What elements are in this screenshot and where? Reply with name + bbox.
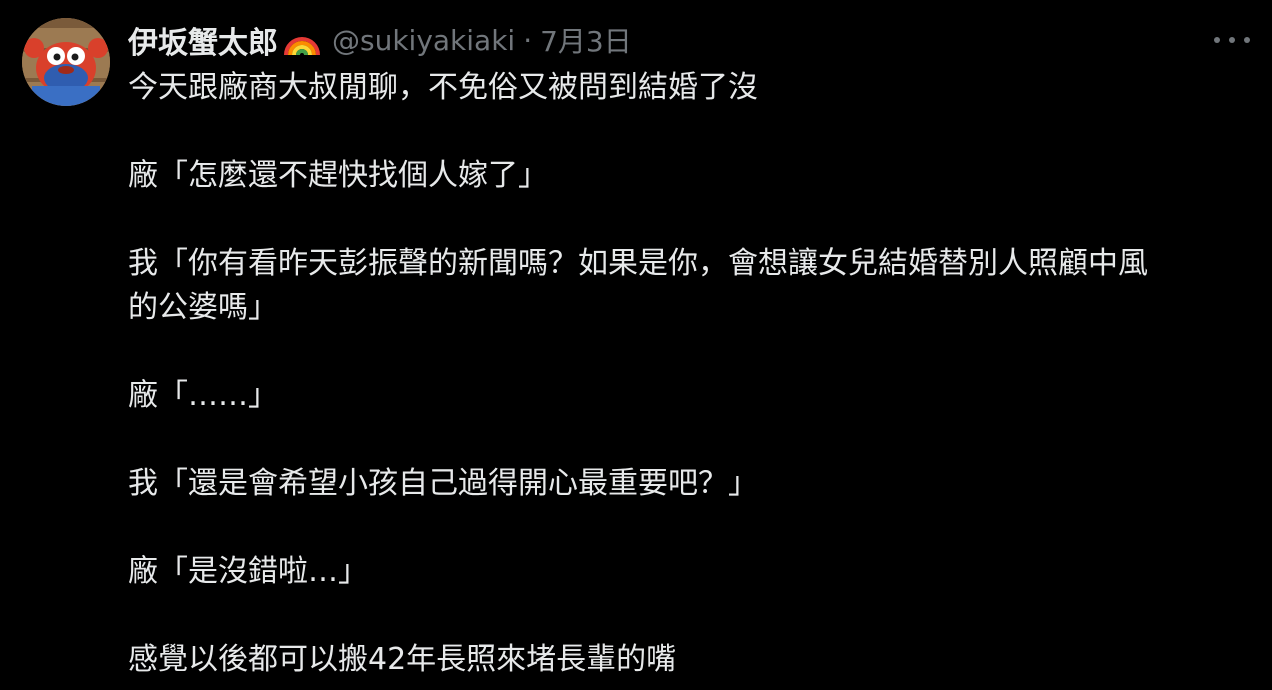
- tweet-line: 廠「是沒錯啦…」: [128, 554, 368, 589]
- tweet-line: 我「你有看昨天彭振聲的新聞嗎？如果是你，會想讓女兒結婚替別人照顧中風: [128, 246, 1148, 281]
- avatar[interactable]: [22, 18, 110, 106]
- tweet-line: 的公婆嗎」: [128, 290, 278, 325]
- tweet-line: [128, 418, 1248, 462]
- user-handle[interactable]: @sukiyakiaki: [332, 24, 515, 57]
- tweet-line: 感覺以後都可以搬42年長照來堵長輩的嘴: [128, 642, 677, 677]
- tweet-line: 今天跟廠商大叔閒聊，不免俗又被問到結婚了沒: [128, 70, 758, 105]
- tweet-line: [128, 198, 1248, 242]
- tweet-line: [128, 594, 1248, 638]
- separator-dot: ·: [523, 23, 533, 57]
- rainbow-icon: [282, 23, 322, 57]
- tweet-line: 廠「怎麼還不趕快找個人嫁了」: [128, 158, 548, 193]
- more-button[interactable]: [1214, 26, 1250, 54]
- tweet-line: 廠「……」: [128, 378, 278, 413]
- tweet-line: [128, 506, 1248, 550]
- tweet: 伊坂蟹太郎 @sukiyakiaki · 7月3日 今天跟廠商大叔閒聊，不免俗又…: [0, 0, 1272, 690]
- tweet-text: 今天跟廠商大叔閒聊，不免俗又被問到結婚了沒 廠「怎麼還不趕快找個人嫁了」 我「你…: [128, 66, 1248, 682]
- tweet-line: [128, 110, 1248, 154]
- tweet-line: [128, 330, 1248, 374]
- tweet-date[interactable]: 7月3日: [540, 20, 632, 60]
- tweet-header: 伊坂蟹太郎 @sukiyakiaki · 7月3日: [128, 18, 632, 62]
- cartoon-crab-avatar-icon: [22, 18, 110, 106]
- display-name[interactable]: 伊坂蟹太郎: [128, 18, 278, 62]
- more-horizontal-icon: [1214, 37, 1220, 43]
- tweet-line: 我「還是會希望小孩自己過得開心最重要吧？」: [128, 466, 758, 501]
